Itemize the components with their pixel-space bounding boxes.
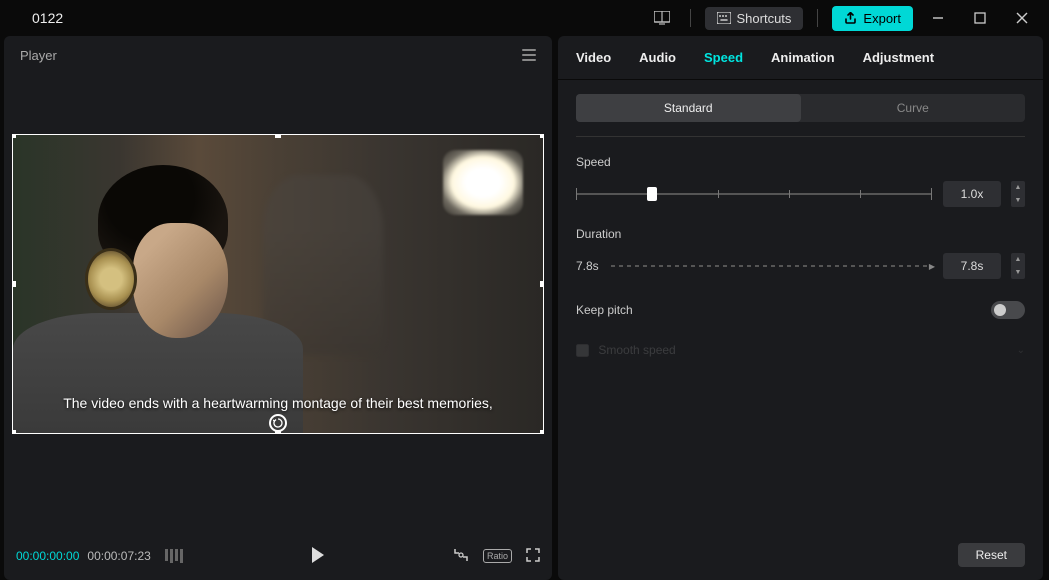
speed-value[interactable]: 1.0x xyxy=(943,181,1001,207)
shortcuts-button[interactable]: Shortcuts xyxy=(705,7,804,30)
video-caption[interactable]: The video ends with a heartwarming monta… xyxy=(40,393,517,413)
speed-sub-tabs: Standard Curve xyxy=(576,94,1025,122)
reset-button[interactable]: Reset xyxy=(958,543,1025,567)
duration-left-text: 7.8s xyxy=(576,259,599,273)
arrow-right-icon: ▶ xyxy=(929,262,935,271)
project-title: 0122 xyxy=(10,10,648,26)
resize-handle[interactable] xyxy=(12,134,16,138)
chevron-down-icon: ⌄ xyxy=(1017,345,1025,356)
speed-slider[interactable] xyxy=(576,187,931,201)
duration-label: Duration xyxy=(576,227,1025,241)
duration-stepper[interactable]: ▲ ▼ xyxy=(1011,253,1025,279)
time-current[interactable]: 00:00:00:00 xyxy=(16,549,79,563)
tab-speed[interactable]: Speed xyxy=(704,50,743,65)
fullscreen-icon[interactable] xyxy=(526,548,540,565)
properties-tabs: Video Audio Speed Animation Adjustment xyxy=(558,36,1043,80)
chevron-down-icon[interactable]: ▼ xyxy=(1011,194,1025,207)
resize-handle[interactable] xyxy=(275,134,281,138)
player-panel: Player The video ends with a heartwarmin… xyxy=(4,36,552,580)
resize-handle[interactable] xyxy=(540,281,544,287)
tab-video[interactable]: Video xyxy=(576,50,611,65)
resize-handle[interactable] xyxy=(12,281,16,287)
chevron-down-icon[interactable]: ▼ xyxy=(1011,266,1025,279)
time-total: 00:00:07:23 xyxy=(87,549,150,563)
speed-label: Speed xyxy=(576,155,1025,169)
duration-track[interactable]: ▶ xyxy=(611,265,931,267)
minimize-button[interactable] xyxy=(921,4,955,32)
keep-pitch-label: Keep pitch xyxy=(576,303,633,317)
compare-icon[interactable] xyxy=(165,549,183,563)
chevron-up-icon[interactable]: ▲ xyxy=(1011,181,1025,194)
chevron-up-icon[interactable]: ▲ xyxy=(1011,253,1025,266)
duration-value[interactable]: 7.8s xyxy=(943,253,1001,279)
resize-handle[interactable] xyxy=(540,134,544,138)
resize-handle[interactable] xyxy=(540,430,544,434)
tab-adjustment[interactable]: Adjustment xyxy=(863,50,935,65)
speed-stepper[interactable]: ▲ ▼ xyxy=(1011,181,1025,207)
keep-pitch-toggle[interactable] xyxy=(991,301,1025,319)
export-label: Export xyxy=(863,11,901,26)
close-button[interactable] xyxy=(1005,4,1039,32)
titlebar: 0122 Shortcuts Export xyxy=(0,0,1049,36)
layout-icon[interactable] xyxy=(648,4,676,32)
smooth-speed-label: Smooth speed xyxy=(598,343,675,357)
sub-tab-curve[interactable]: Curve xyxy=(801,94,1026,122)
sub-tab-standard[interactable]: Standard xyxy=(576,94,801,122)
player-menu-icon[interactable] xyxy=(522,49,536,61)
tab-animation[interactable]: Animation xyxy=(771,50,835,65)
rotate-handle-icon[interactable] xyxy=(269,414,287,432)
video-canvas[interactable]: The video ends with a heartwarming monta… xyxy=(12,134,544,434)
player-label: Player xyxy=(20,48,57,63)
export-button[interactable]: Export xyxy=(832,6,913,31)
ratio-button[interactable]: Ratio xyxy=(483,549,512,563)
tab-audio[interactable]: Audio xyxy=(639,50,676,65)
properties-panel: Video Audio Speed Animation Adjustment S… xyxy=(558,36,1043,580)
play-button[interactable] xyxy=(311,547,325,566)
crop-icon[interactable] xyxy=(453,547,469,566)
shortcuts-label: Shortcuts xyxy=(737,11,792,26)
resize-handle[interactable] xyxy=(12,430,16,434)
smooth-speed-checkbox xyxy=(576,344,589,357)
maximize-button[interactable] xyxy=(963,4,997,32)
